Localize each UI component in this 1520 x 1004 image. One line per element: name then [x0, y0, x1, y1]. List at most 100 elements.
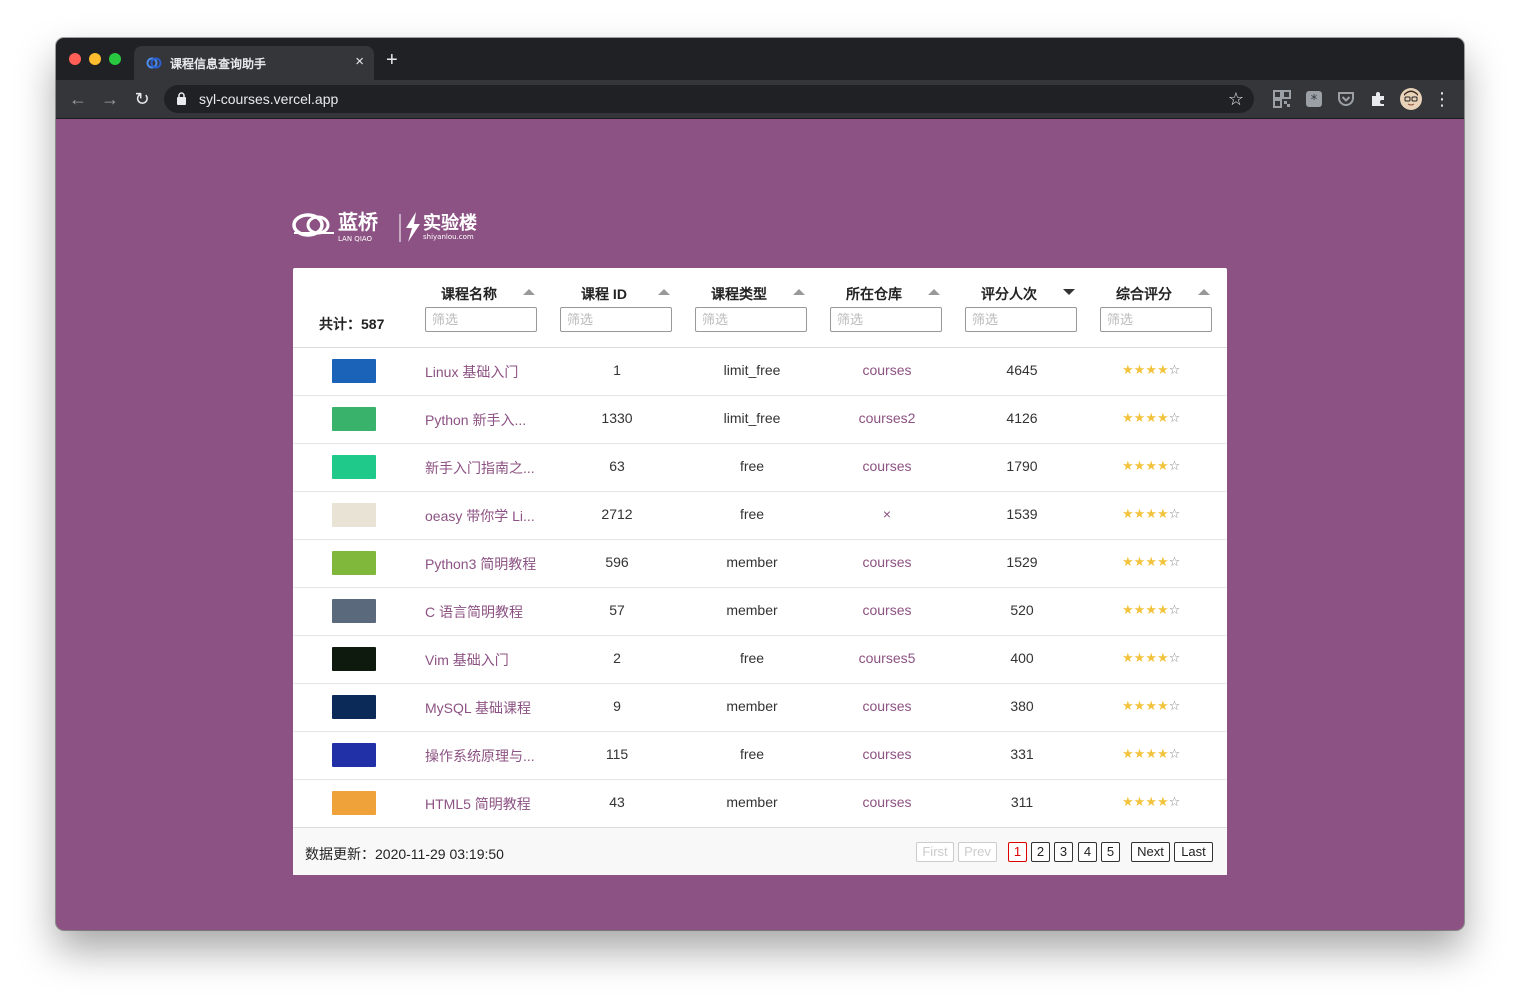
course-repo-link[interactable]: courses — [827, 746, 947, 762]
filter-id-input[interactable] — [560, 307, 672, 332]
course-id: 1 — [613, 362, 621, 378]
qr-code-icon[interactable] — [1273, 90, 1291, 108]
star-icon: ★ — [1133, 410, 1146, 425]
course-name-link[interactable]: 新手入门指南之... — [425, 458, 535, 478]
course-name-link[interactable]: oeasy 带你学 Li... — [425, 506, 535, 526]
column-title[interactable]: 课程名称 — [425, 284, 513, 304]
next-page-button[interactable]: Next — [1131, 842, 1170, 862]
star-icon: ★ — [1133, 650, 1146, 665]
star-icon: ★ — [1156, 362, 1169, 377]
filter-repo-input[interactable] — [830, 307, 942, 332]
lanqiao-cn-text: 蓝桥 — [338, 210, 379, 234]
close-tab-icon[interactable]: × — [355, 53, 364, 71]
minimize-window-button[interactable] — [89, 53, 101, 65]
shiyanlou-cn-text: 实验楼 — [423, 212, 477, 234]
close-window-button[interactable] — [69, 53, 81, 65]
logo: 蓝桥 LAN QIAO 实验楼 shiyanlou.com — [292, 208, 492, 244]
reload-icon[interactable]: ↻ — [132, 89, 152, 109]
pocket-icon[interactable] — [1337, 90, 1355, 108]
page-button-1[interactable]: 1 — [1008, 842, 1027, 862]
course-name-link[interactable]: Vim 基础入门 — [425, 650, 509, 670]
filter-type-input[interactable] — [695, 307, 807, 332]
course-name-link[interactable]: MySQL 基础课程 — [425, 698, 531, 718]
star-icon: ☆ — [1168, 698, 1181, 713]
sort-asc-icon[interactable] — [928, 289, 940, 295]
course-repo-link[interactable]: courses — [827, 602, 947, 618]
course-id: 115 — [605, 746, 629, 762]
course-name-link[interactable]: HTML5 简明教程 — [425, 794, 531, 814]
sort-desc-icon[interactable] — [1063, 289, 1075, 295]
star-icon: ★ — [1156, 458, 1169, 473]
bookmark-star-icon[interactable]: ☆ — [1228, 89, 1244, 109]
extensions-puzzle-icon[interactable] — [1369, 90, 1387, 108]
profile-avatar[interactable] — [1400, 88, 1422, 110]
prev-page-button[interactable]: Prev — [958, 842, 997, 862]
menu-kebab-icon[interactable]: ⋮ — [1432, 89, 1452, 109]
column-title[interactable]: 课程类型 — [695, 284, 783, 304]
course-name-link[interactable]: Python 新手入... — [425, 410, 526, 430]
course-repo-link[interactable]: courses — [827, 458, 947, 474]
column-title[interactable]: 所在仓库 — [830, 284, 918, 304]
course-repo-link[interactable]: × — [827, 506, 947, 522]
column-rating: 综合评分 — [1100, 284, 1214, 334]
column-title[interactable]: 课程 ID — [560, 284, 648, 304]
course-name-link[interactable]: C 语言简明教程 — [425, 602, 523, 622]
course-repo-link[interactable]: courses5 — [827, 650, 947, 666]
star-icon: ★ — [1122, 746, 1134, 761]
maximize-window-button[interactable] — [109, 53, 121, 65]
page-content: 蓝桥 LAN QIAO 实验楼 shiyanlou.com 共计：587 课程名… — [56, 119, 1464, 930]
page-button-5[interactable]: 5 — [1101, 842, 1120, 862]
page-button-2[interactable]: 2 — [1031, 842, 1050, 862]
sort-asc-icon[interactable] — [658, 289, 670, 295]
course-thumbnail — [332, 503, 376, 527]
extension-asterisk-icon[interactable]: * — [1305, 90, 1323, 108]
course-name-link[interactable]: Python3 简明教程 — [425, 554, 536, 574]
course-id: 2 — [613, 650, 621, 666]
course-repo-link[interactable]: courses — [827, 362, 947, 378]
sort-asc-icon[interactable] — [793, 289, 805, 295]
course-name-link[interactable]: 操作系统原理与... — [425, 746, 535, 766]
back-icon[interactable]: ← — [68, 89, 88, 109]
first-page-button[interactable]: First — [916, 842, 954, 862]
lock-icon — [177, 92, 186, 105]
page-button-3[interactable]: 3 — [1054, 842, 1073, 862]
star-icon: ★ — [1122, 794, 1134, 809]
course-type: member — [726, 554, 778, 570]
star-icon: ★ — [1145, 554, 1157, 569]
address-bar[interactable]: syl-courses.vercel.app ☆ — [164, 85, 1254, 113]
star-icon: ★ — [1133, 746, 1146, 761]
tab-strip: 课程信息查询助手 × + — [56, 38, 1464, 80]
filter-count-input[interactable] — [965, 307, 1077, 332]
star-icon: ★ — [1122, 554, 1134, 569]
column-name: 课程名称 — [425, 284, 539, 334]
star-icon: ★ — [1133, 698, 1146, 713]
table-row: oeasy 带你学 Li... 2712 free × 1539 ★★★★☆ — [293, 491, 1227, 540]
star-icon: ☆ — [1168, 362, 1181, 377]
rating-count: 4126 — [1006, 410, 1038, 426]
column-title[interactable]: 综合评分 — [1100, 284, 1188, 304]
filter-name-input[interactable] — [425, 307, 537, 332]
course-name-link[interactable]: Linux 基础入门 — [425, 362, 518, 382]
star-icon: ★ — [1122, 458, 1134, 473]
column-title[interactable]: 评分人次 — [965, 284, 1053, 304]
page-button-4[interactable]: 4 — [1078, 842, 1097, 862]
browser-tab[interactable]: 课程信息查询助手 × — [134, 46, 374, 80]
course-type: free — [739, 746, 765, 762]
star-icon: ★ — [1133, 554, 1146, 569]
course-repo-link[interactable]: courses2 — [827, 410, 947, 426]
course-repo-link[interactable]: courses — [827, 554, 947, 570]
new-tab-button[interactable]: + — [386, 50, 398, 70]
star-icon: ★ — [1122, 410, 1134, 425]
course-thumbnail — [332, 455, 376, 479]
rating-stars: ★★★★☆ — [1122, 603, 1180, 617]
column-type: 课程类型 — [695, 284, 809, 334]
course-repo-link[interactable]: courses — [827, 794, 947, 810]
filter-rating-input[interactable] — [1100, 307, 1212, 332]
forward-icon[interactable]: → — [100, 89, 120, 109]
sort-asc-icon[interactable] — [523, 289, 535, 295]
course-thumbnail — [332, 647, 376, 671]
star-icon: ★ — [1156, 602, 1169, 617]
sort-asc-icon[interactable] — [1198, 289, 1210, 295]
last-page-button[interactable]: Last — [1174, 842, 1213, 862]
course-repo-link[interactable]: courses — [827, 698, 947, 714]
